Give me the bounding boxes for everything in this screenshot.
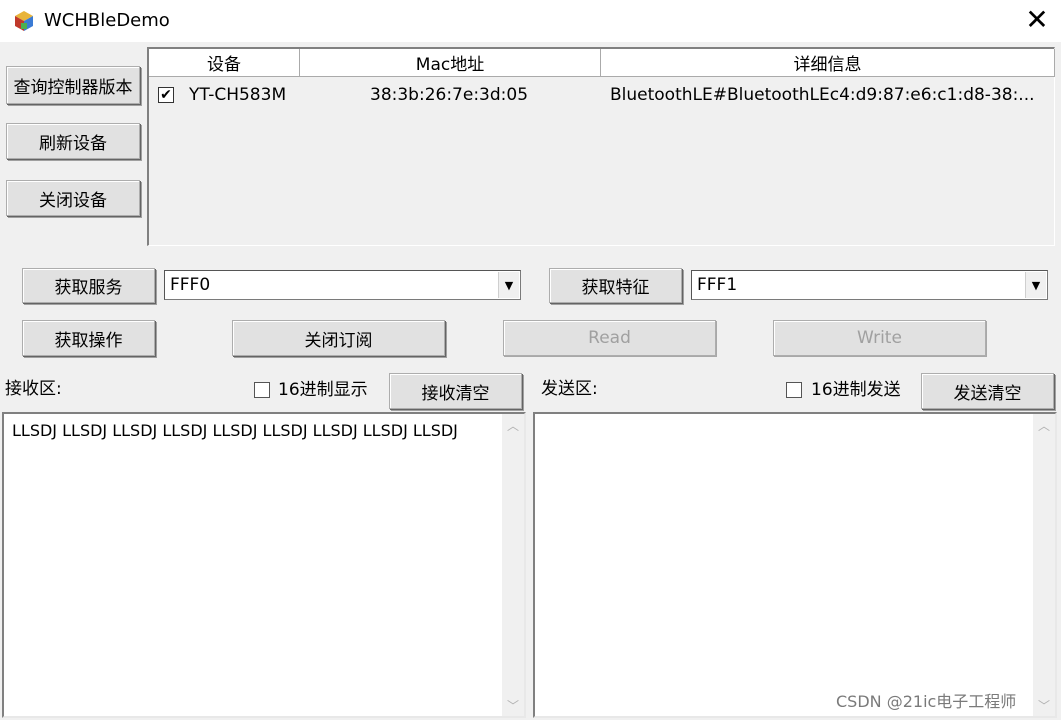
- receive-textarea[interactable]: LLSDJ LLSDJ LLSDJ LLSDJ LLSDJ LLSDJ LLSD…: [2, 412, 526, 718]
- checkmark-icon: ✔: [160, 87, 172, 103]
- chevron-down-icon[interactable]: ▼: [498, 272, 519, 298]
- query-version-button[interactable]: 查询控制器版本: [6, 66, 140, 104]
- receive-hex-checkbox[interactable]: [254, 382, 270, 398]
- chevron-down-icon[interactable]: ▼: [1025, 272, 1046, 298]
- device-mac: 38:3b:26:7e:3d:05: [370, 85, 529, 105]
- scroll-up-icon[interactable]: ︿: [1033, 414, 1055, 436]
- scroll-up-icon[interactable]: ︿: [502, 414, 524, 436]
- device-name: YT-CH583M: [189, 85, 287, 105]
- column-device[interactable]: 设备: [149, 49, 300, 77]
- receive-text: LLSDJ LLSDJ LLSDJ LLSDJ LLSDJ LLSDJ LLSD…: [12, 421, 458, 440]
- close-icon[interactable]: ✕: [1020, 4, 1054, 36]
- get-operations-button[interactable]: 获取操作: [22, 320, 155, 356]
- app-icon: [15, 11, 33, 31]
- read-button[interactable]: Read: [503, 320, 716, 356]
- table-row[interactable]: ✔ YT-CH583M 38:3b:26:7e:3d:05 BluetoothL…: [149, 81, 1053, 109]
- get-service-button[interactable]: 获取服务: [22, 268, 155, 303]
- service-select-value: FFF0: [170, 275, 211, 295]
- scroll-down-icon[interactable]: ﹀: [502, 694, 524, 716]
- device-list-header: 设备 Mac地址 详细信息: [149, 49, 1055, 77]
- send-scrollbar[interactable]: ︿ ﹀: [1033, 414, 1055, 716]
- close-device-button[interactable]: 关闭设备: [6, 180, 140, 216]
- send-hex-label: 16进制发送: [811, 380, 901, 400]
- get-characteristic-button[interactable]: 获取特征: [549, 268, 682, 303]
- send-hex-checkbox[interactable]: [786, 382, 802, 398]
- device-checkbox[interactable]: ✔: [158, 87, 174, 103]
- characteristic-select[interactable]: FFF1 ▼: [691, 270, 1048, 300]
- title-bar: WCHBleDemo ✕: [0, 0, 1061, 42]
- send-area-label: 发送区:: [541, 379, 598, 399]
- column-detail[interactable]: 详细信息: [601, 49, 1055, 77]
- refresh-devices-button[interactable]: 刷新设备: [6, 123, 140, 159]
- send-clear-button[interactable]: 发送清空: [921, 373, 1054, 409]
- receive-clear-button[interactable]: 接收清空: [389, 373, 522, 409]
- send-textarea[interactable]: ︿ ﹀: [533, 412, 1057, 718]
- watermark: CSDN @21ic电子工程师: [836, 692, 1017, 711]
- window-title: WCHBleDemo: [44, 10, 170, 31]
- unsubscribe-button[interactable]: 关闭订阅: [232, 320, 445, 356]
- receive-area-label: 接收区:: [5, 379, 62, 399]
- device-list[interactable]: 设备 Mac地址 详细信息 ✔ YT-CH583M 38:3b:26:7e:3d…: [147, 47, 1055, 246]
- characteristic-select-value: FFF1: [697, 275, 738, 295]
- service-select[interactable]: FFF0 ▼: [164, 270, 521, 300]
- column-mac[interactable]: Mac地址: [300, 49, 601, 77]
- device-detail: BluetoothLE#BluetoothLEc4:d9:87:e6:c1:d8…: [610, 85, 1035, 105]
- receive-scrollbar[interactable]: ︿ ﹀: [502, 414, 524, 716]
- write-button[interactable]: Write: [773, 320, 986, 356]
- scroll-down-icon[interactable]: ﹀: [1033, 694, 1055, 716]
- receive-hex-label: 16进制显示: [278, 380, 368, 400]
